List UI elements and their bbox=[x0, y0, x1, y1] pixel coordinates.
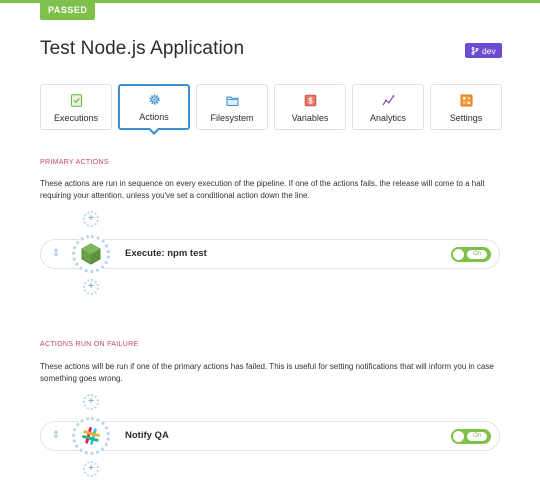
tab-label: Executions bbox=[53, 113, 99, 123]
tab-settings[interactable]: Settings bbox=[430, 84, 502, 130]
tab-bar: Executions Actions Filesystem $ Variable… bbox=[40, 84, 502, 135]
tab-variables[interactable]: $ Variables bbox=[274, 84, 346, 130]
tab-label: Analytics bbox=[369, 113, 406, 123]
section-description-failure: These actions will be run if one of the … bbox=[40, 362, 494, 383]
add-action-after-button[interactable]: + bbox=[83, 279, 99, 295]
folder-icon bbox=[226, 96, 238, 106]
page-title: Test Node.js Application bbox=[40, 38, 245, 59]
add-failure-action-after-button[interactable]: + bbox=[83, 461, 99, 477]
toggle-knob bbox=[453, 431, 464, 442]
status-badge: PASSED bbox=[40, 0, 96, 20]
branch-icon bbox=[471, 46, 479, 55]
failure-action-node bbox=[72, 417, 110, 455]
tab-label: Filesystem bbox=[210, 113, 254, 123]
action-toggle[interactable]: On bbox=[451, 429, 491, 444]
gear-icon bbox=[149, 94, 159, 105]
section-title-failure: ACTIONS RUN ON FAILURE bbox=[40, 341, 139, 348]
svg-text:$: $ bbox=[308, 97, 313, 106]
tab-label: Actions bbox=[139, 112, 169, 122]
line-chart-icon bbox=[381, 95, 394, 106]
action-toggle[interactable]: On bbox=[451, 247, 491, 262]
checklist-icon bbox=[70, 94, 82, 107]
environment-label: dev bbox=[482, 45, 496, 56]
drag-handle-icon[interactable]: ⇕ bbox=[51, 248, 61, 260]
dollar-icon: $ bbox=[304, 94, 316, 107]
section-description-primary: These actions are run in sequence on eve… bbox=[40, 179, 485, 200]
add-action-before-button[interactable]: + bbox=[83, 211, 99, 227]
action-node bbox=[72, 235, 110, 273]
toggle-label: On bbox=[467, 250, 487, 259]
drag-handle-icon[interactable]: ⇕ bbox=[51, 430, 61, 442]
environment-badge[interactable]: dev bbox=[465, 43, 502, 58]
tab-executions[interactable]: Executions bbox=[40, 84, 112, 130]
tab-label: Variables bbox=[291, 113, 329, 123]
toggle-knob bbox=[453, 249, 464, 260]
add-failure-action-before-button[interactable]: + bbox=[83, 394, 99, 410]
tab-filesystem[interactable]: Filesystem bbox=[196, 84, 268, 130]
nodejs-icon bbox=[81, 243, 101, 265]
settings-icon bbox=[460, 94, 472, 107]
action-name: Execute: npm test bbox=[125, 248, 207, 259]
action-name: Notify QA bbox=[125, 430, 169, 441]
tab-actions[interactable]: Actions bbox=[118, 84, 190, 135]
toggle-label: On bbox=[467, 432, 487, 441]
section-title-primary: PRIMARY ACTIONS bbox=[40, 159, 109, 166]
tab-label: Settings bbox=[449, 113, 483, 123]
tab-analytics[interactable]: Analytics bbox=[352, 84, 424, 130]
slack-icon bbox=[82, 427, 100, 445]
